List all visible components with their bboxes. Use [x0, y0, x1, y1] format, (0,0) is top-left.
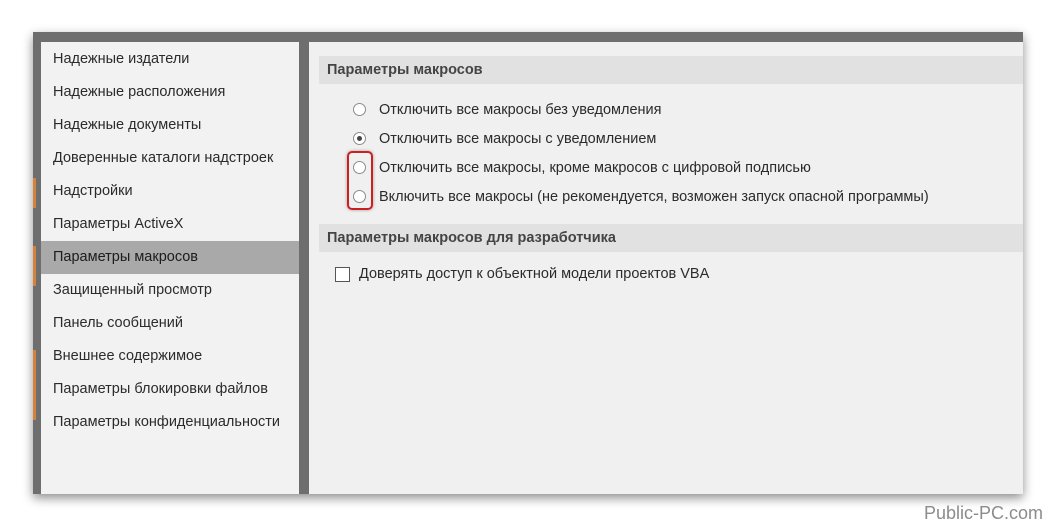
radio-button[interactable] — [353, 103, 366, 116]
sidebar-item-protected-view[interactable]: Защищенный просмотр — [41, 274, 299, 307]
radio-label: Отключить все макросы с уведомлением — [379, 131, 657, 147]
developer-settings-header: Параметры макросов для разработчика — [319, 224, 1023, 252]
sidebar-item-trusted-add-in-catalogs[interactable]: Доверенные каталоги надстроек — [41, 142, 299, 175]
watermark: Public-PC.com — [924, 503, 1044, 523]
sidebar-item-trusted-locations[interactable]: Надежные расположения — [41, 76, 299, 109]
macro-settings-header: Параметры макросов — [319, 56, 1023, 84]
radio-label: Включить все макросы (не рекомендуется, … — [379, 189, 929, 205]
accent-mark — [33, 350, 36, 420]
accent-mark — [33, 178, 36, 208]
trust-center-window: Надежные издатели Надежные расположения … — [33, 32, 1023, 494]
sidebar-item-trusted-publishers[interactable]: Надежные издатели — [41, 43, 299, 76]
accent-mark — [33, 246, 36, 286]
vba-access-label: Доверять доступ к объектной модели проек… — [359, 266, 710, 282]
sidebar-item-activex-settings[interactable]: Параметры ActiveX — [41, 208, 299, 241]
sidebar-item-message-bar[interactable]: Панель сообщений — [41, 307, 299, 340]
sidebar-item-privacy-options[interactable]: Параметры конфиденциальности — [41, 406, 299, 439]
sidebar-item-macro-settings[interactable]: Параметры макросов — [41, 241, 299, 274]
vba-access-checkbox[interactable] — [335, 267, 350, 282]
radio-label: Отключить все макросы, кроме макросов с … — [379, 160, 811, 176]
sidebar-item-external-content[interactable]: Внешнее содержимое — [41, 340, 299, 373]
sidebar-item-add-ins[interactable]: Надстройки — [41, 175, 299, 208]
sidebar-item-trusted-documents[interactable]: Надежные документы — [41, 109, 299, 142]
radio-label: Отключить все макросы без уведомления — [379, 102, 662, 118]
red-highlight-frame — [347, 151, 373, 210]
sidebar-item-file-block-settings[interactable]: Параметры блокировки файлов — [41, 373, 299, 406]
radio-button[interactable] — [353, 132, 366, 145]
sidebar: Надежные издатели Надежные расположения … — [41, 42, 299, 494]
settings-panel: Параметры макросов Отключить все макросы… — [309, 42, 1023, 494]
